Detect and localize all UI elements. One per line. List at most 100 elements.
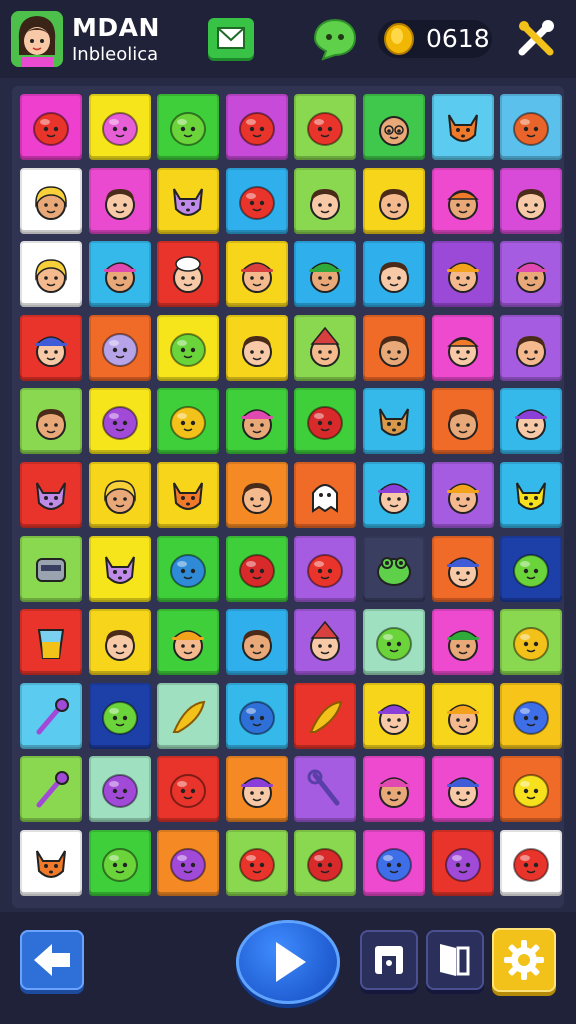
board-tile[interactable] (157, 609, 220, 676)
board-tile[interactable] (88, 167, 151, 234)
board-tile[interactable] (500, 388, 563, 455)
board-tile[interactable] (294, 94, 357, 160)
board-tile[interactable] (363, 462, 425, 528)
board-tile[interactable] (294, 830, 357, 896)
board-tile[interactable] (500, 535, 563, 602)
board-tile[interactable] (363, 388, 425, 455)
board-tile[interactable] (88, 830, 151, 896)
board-tile[interactable] (157, 756, 220, 823)
board-tile[interactable] (294, 241, 357, 308)
board-tile[interactable] (294, 462, 357, 528)
board-tile[interactable] (431, 609, 494, 676)
board-tile[interactable] (294, 314, 357, 381)
board-tile[interactable] (157, 388, 220, 455)
board-tile[interactable] (225, 314, 288, 381)
board-tile[interactable] (431, 241, 494, 308)
board-tile[interactable] (294, 167, 357, 234)
board-tile[interactable] (500, 756, 563, 823)
board-tile[interactable] (294, 756, 357, 823)
board-tile[interactable] (431, 94, 494, 160)
board-tile[interactable] (157, 167, 220, 234)
board-tile[interactable] (157, 535, 220, 602)
board-tile[interactable] (431, 682, 494, 749)
board-tile[interactable] (157, 241, 220, 308)
board-tile[interactable] (157, 462, 220, 528)
board-tile[interactable] (431, 462, 494, 528)
board-tile[interactable] (500, 462, 563, 528)
share-button[interactable] (360, 930, 418, 990)
board-tile[interactable] (20, 462, 82, 528)
board-tile[interactable] (431, 388, 494, 455)
board-tile[interactable] (500, 314, 563, 381)
board-tile[interactable] (157, 314, 220, 381)
board-tile[interactable] (225, 609, 288, 676)
board-tile[interactable] (20, 314, 82, 381)
tools-button[interactable] (514, 18, 558, 62)
board-tile[interactable] (157, 830, 220, 896)
board-tile[interactable] (88, 535, 151, 602)
board-tile[interactable] (88, 682, 151, 749)
board-tile[interactable] (20, 830, 82, 896)
board-tile[interactable] (20, 241, 82, 308)
board-tile[interactable] (225, 94, 288, 160)
board-tile[interactable] (363, 609, 425, 676)
board-tile[interactable] (363, 314, 425, 381)
board-tile[interactable] (500, 830, 563, 896)
board-tile[interactable] (294, 682, 357, 749)
board-tile[interactable] (225, 241, 288, 308)
board-tile[interactable] (431, 830, 494, 896)
board-tile[interactable] (88, 94, 151, 160)
board-tile[interactable] (225, 830, 288, 896)
board-tile[interactable] (431, 167, 494, 234)
board-tile[interactable] (88, 314, 151, 381)
player-avatar[interactable] (11, 11, 63, 67)
play-button[interactable] (236, 920, 340, 1004)
board-tile[interactable] (225, 462, 288, 528)
board-tile[interactable] (363, 241, 425, 308)
board-tile[interactable] (88, 241, 151, 308)
board-tile[interactable] (500, 682, 563, 749)
board-tile[interactable] (157, 94, 220, 160)
board-tile[interactable] (363, 167, 425, 234)
board-tile[interactable] (363, 94, 425, 160)
board-tile[interactable] (431, 535, 494, 602)
board-tile[interactable] (500, 94, 563, 160)
board-tile[interactable] (20, 535, 82, 602)
board-tile[interactable] (431, 756, 494, 823)
back-button[interactable] (20, 930, 84, 990)
board-tile[interactable] (20, 682, 82, 749)
board-tile[interactable] (225, 756, 288, 823)
board-tile[interactable] (88, 462, 151, 528)
board-tile[interactable] (431, 314, 494, 381)
board-tile[interactable] (294, 535, 357, 602)
board-tile[interactable] (88, 756, 151, 823)
board-tile[interactable] (20, 609, 82, 676)
board-tile[interactable] (225, 388, 288, 455)
board-tile[interactable] (88, 388, 151, 455)
board-tile[interactable] (294, 609, 357, 676)
board-tile[interactable] (363, 682, 425, 749)
blob-plum-icon (101, 406, 138, 441)
settings-button[interactable] (492, 928, 556, 992)
board-tile[interactable] (20, 756, 82, 823)
blob-bird-icon (238, 700, 275, 735)
chat-button[interactable] (313, 17, 357, 61)
board-tile[interactable] (294, 388, 357, 455)
item-leaf-icon (36, 771, 69, 808)
board-tile[interactable] (157, 682, 220, 749)
board-tile[interactable] (500, 241, 563, 308)
board-tile[interactable] (88, 609, 151, 676)
board-tile[interactable] (20, 167, 82, 234)
board-tile[interactable] (225, 682, 288, 749)
board-tile[interactable] (20, 388, 82, 455)
exit-button[interactable] (426, 930, 484, 990)
board-tile[interactable] (500, 167, 563, 234)
board-tile[interactable] (363, 830, 425, 896)
board-tile[interactable] (500, 609, 563, 676)
board-tile[interactable] (363, 535, 425, 602)
mail-button[interactable] (208, 18, 254, 58)
board-tile[interactable] (363, 756, 425, 823)
board-tile[interactable] (20, 94, 82, 160)
board-tile[interactable] (225, 167, 288, 234)
board-tile[interactable] (225, 535, 288, 602)
